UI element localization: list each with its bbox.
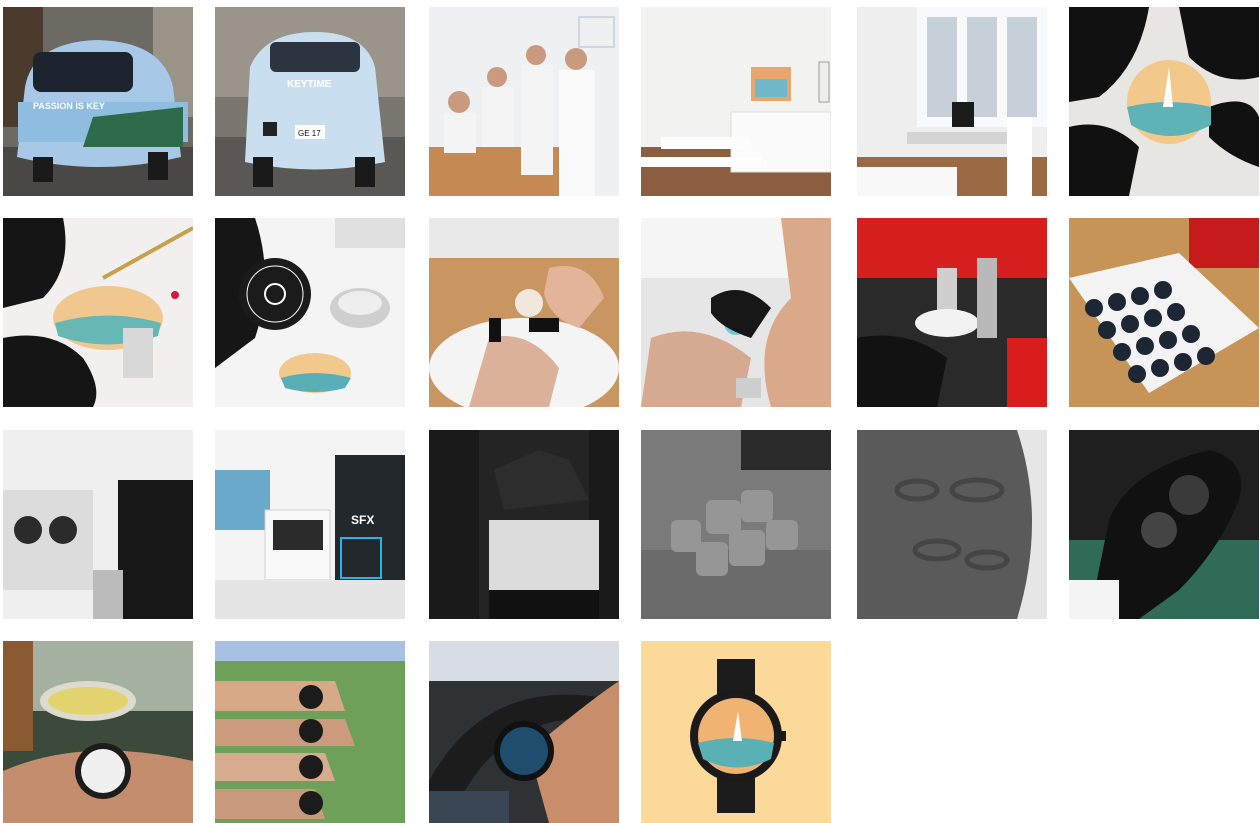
gallery-tile-workshop-room[interactable] [857,7,1047,196]
product-watch-photo [641,641,831,823]
gallery-tile-wrist-driving[interactable] [429,641,619,823]
image-gallery: PASSION IS KEY KEYTIME GE 17 SFX [0,0,1260,823]
wrist-driving-photo [429,641,619,823]
wrist-fondue-photo [3,641,193,823]
caseback-photo [215,218,405,407]
gallery-tile-black-parts-hand[interactable] [1069,430,1259,619]
gallery-tile-wrists-meadow[interactable] [215,641,405,823]
team-photo [429,7,619,196]
gallery-tile-hand-setting-2[interactable] [641,218,831,407]
dial-tray-photo [1069,218,1259,407]
gallery-tile-wrist-fondue[interactable] [3,641,193,823]
wrists-meadow-photo [215,641,405,823]
gallery-tile-powder-chunks[interactable] [641,430,831,619]
hand-setting-photo-2 [641,218,831,407]
gallery-tile-gloved-dial[interactable] [1069,7,1259,196]
gallery-tile-printer-station[interactable] [3,430,193,619]
gallery-tile-microlino-front[interactable]: PASSION IS KEY [3,7,193,196]
powder-chunks-photo [641,430,831,619]
gallery-tile-printer-sfx[interactable]: SFX [215,430,405,619]
gallery-tile-microlino-rear[interactable]: KEYTIME GE 17 [215,7,405,196]
microlino-rear-photo: KEYTIME GE 17 [215,7,405,196]
gallery-tile-caseback[interactable] [215,218,405,407]
tile-text: SFX [351,513,374,527]
microlino-front-photo: PASSION IS KEY [3,7,193,196]
press-machine-photo [857,218,1047,407]
workshop-room-photo [857,7,1047,196]
gallery-tile-office-room[interactable] [641,7,831,196]
tweezers-dial-photo [3,218,193,407]
tile-text: KEYTIME [287,79,332,90]
hand-setting-photo-1 [429,218,619,407]
gallery-tile-printer-closeup[interactable] [429,430,619,619]
gallery-tile-dial-tray[interactable] [1069,218,1259,407]
office-room-photo [641,7,831,196]
tile-text: PASSION IS KEY [33,101,105,111]
gloved-dial-photo [1069,7,1259,196]
gallery-tile-press-machine[interactable] [857,218,1047,407]
powder-parts-photo [857,430,1047,619]
gallery-tile-powder-parts[interactable] [857,430,1047,619]
gallery-tile-team-photo[interactable] [429,7,619,196]
printer-station-photo [3,430,193,619]
gallery-tile-hand-setting-1[interactable] [429,218,619,407]
gallery-tile-tweezers-dial[interactable] [3,218,193,407]
printer-closeup-photo [429,430,619,619]
printer-sfx-photo: SFX [215,430,405,619]
gallery-tile-product-watch[interactable] [641,641,831,823]
black-parts-hand-photo [1069,430,1259,619]
tile-text: GE 17 [298,129,321,138]
